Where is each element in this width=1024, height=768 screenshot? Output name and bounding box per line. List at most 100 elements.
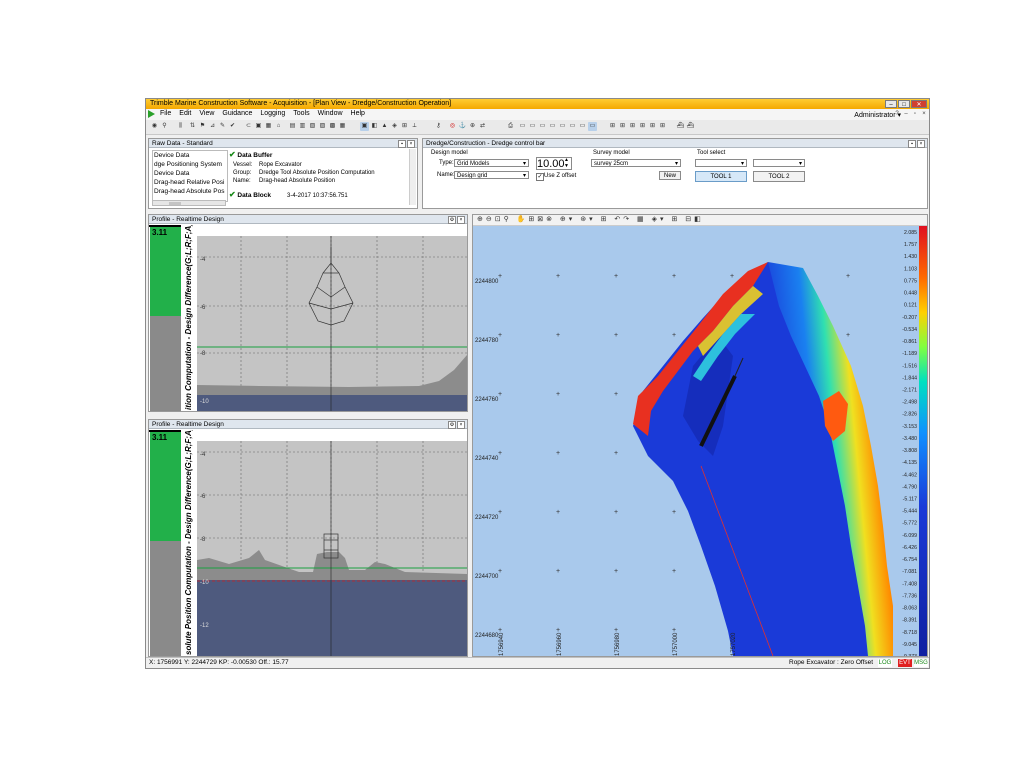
run-icon[interactable] [148, 110, 155, 118]
filter-icon[interactable]: ⊿ [208, 122, 217, 131]
tile-3-icon[interactable]: ⊞ [628, 122, 637, 131]
plan-view-tool-icons[interactable]: ⊕⊖⊡⚲ ✋⊞⊠⊗ ⊕▾ ⊛▾ ⊞ ↶↷ ▦ ◈▾ ⊞ ⊟◧ [477, 215, 704, 223]
raw-data-pin-icon[interactable]: ▪ [398, 140, 406, 148]
tool-1-button[interactable]: TOOL 1 [695, 171, 747, 182]
tile-5-icon[interactable]: ⊞ [648, 122, 657, 131]
winch-icon[interactable]: ⊕ [468, 122, 477, 131]
sort-icon[interactable]: ⇅ [188, 122, 197, 131]
screen-3-icon[interactable]: ▭ [528, 122, 537, 131]
ruler-icon[interactable]: ⟂ [410, 122, 419, 131]
raw-device-list[interactable]: Device Data dge Positioning System Devic… [152, 150, 228, 202]
raw-data-scrollbar[interactable] [409, 149, 416, 205]
profile-top-settings-icon[interactable]: ⚙ [448, 216, 456, 224]
profile-bottom-close-icon[interactable]: × [457, 421, 465, 429]
column-icon[interactable]: ⫼ [176, 122, 185, 131]
layout-5-icon[interactable]: ▩ [328, 122, 337, 131]
move-icon[interactable]: ⇄ [478, 122, 487, 131]
msg-indicator[interactable]: MSG [914, 659, 928, 667]
layout-4-icon[interactable]: ▨ [318, 122, 327, 131]
key-icon[interactable]: ⚷ [434, 122, 443, 131]
z-offset-spinner[interactable]: ▲ ▼ [564, 157, 569, 169]
list-item[interactable]: Drag-head Relative Posi [153, 178, 227, 187]
print-icon[interactable]: ⎙ [506, 122, 515, 131]
raw-list-scrollbar[interactable] [152, 200, 226, 206]
dredge-bar-close-icon[interactable]: × [917, 140, 925, 148]
plan-view-icon[interactable]: ▣ [360, 122, 369, 131]
tile-1-icon[interactable]: ⊞ [608, 122, 617, 131]
new-button[interactable]: New [659, 171, 681, 180]
list-item[interactable]: dge Positioning System [153, 160, 227, 169]
chart-icon[interactable]: ▲ [380, 122, 389, 131]
help-icon[interactable]: ? [893, 110, 901, 118]
camera-icon[interactable]: ◉ [150, 122, 159, 131]
tool-select-1[interactable] [695, 159, 747, 167]
vessel-icon[interactable]: ⛴ [676, 122, 685, 131]
profile-top-view[interactable]: 3.11 ition Computation - Design Differen… [149, 225, 467, 412]
grid-cross: + [846, 273, 850, 280]
tool-select-2[interactable] [753, 159, 805, 167]
pencil-icon[interactable]: ✎ [218, 122, 227, 131]
pin-icon[interactable]: ⌂ [274, 122, 283, 131]
link-icon[interactable]: ⊂ [244, 122, 253, 131]
layout-3-icon[interactable]: ▧ [308, 122, 317, 131]
menu-help[interactable]: Help [351, 110, 365, 117]
menu-edit[interactable]: Edit [179, 110, 191, 117]
layout-1-icon[interactable]: ▤ [288, 122, 297, 131]
map-icon[interactable]: ◧ [370, 122, 379, 131]
vessel-2-icon[interactable]: ⛴ [686, 122, 695, 131]
layout-2-icon[interactable]: ▥ [298, 122, 307, 131]
raw-data-close-icon[interactable]: × [407, 140, 415, 148]
layout-6-icon[interactable]: ▦ [338, 122, 347, 131]
tile-6-icon[interactable]: ⊞ [658, 122, 667, 131]
profile-icon[interactable]: ⊞ [400, 122, 409, 131]
menu-guidance[interactable]: Guidance [222, 110, 252, 117]
mdi-minimize-icon[interactable]: – [902, 110, 910, 118]
color-icon[interactable]: ◈ [390, 122, 399, 131]
type-select[interactable]: Grid Models [454, 159, 529, 167]
tile-4-icon[interactable]: ⊞ [638, 122, 647, 131]
list-item[interactable]: Device Data [153, 169, 227, 178]
minimize-button[interactable]: – [885, 100, 897, 108]
screen-5-icon[interactable]: ▭ [548, 122, 557, 131]
menu-window[interactable]: Window [318, 110, 343, 117]
mdi-close-icon[interactable]: × [920, 110, 928, 118]
maximize-button[interactable]: □ [898, 100, 910, 108]
tool-2-button[interactable]: TOOL 2 [753, 171, 805, 182]
scale-label: -2.826 [902, 412, 917, 418]
profile-top-close-icon[interactable]: × [457, 216, 465, 224]
log-indicator[interactable]: LOG [878, 659, 892, 667]
flag-icon[interactable]: ⚑ [198, 122, 207, 131]
menu-file[interactable]: File [160, 110, 171, 117]
profile-bottom-view[interactable]: 3.11 solute Position Computation - Desig… [149, 430, 467, 657]
menu-tools[interactable]: Tools [293, 110, 309, 117]
screen-icon[interactable]: ▣ [254, 122, 263, 131]
dredge-bar-pin-icon[interactable]: ▪ [908, 140, 916, 148]
hatched-below-design [197, 395, 467, 411]
screen-8-icon[interactable]: ▭ [578, 122, 587, 131]
screen-7-icon[interactable]: ▭ [568, 122, 577, 131]
screen-6-icon[interactable]: ▭ [558, 122, 567, 131]
design-name-select[interactable]: Design grid [454, 171, 529, 179]
list-item[interactable]: Drag-head Absolute Pos [153, 187, 227, 196]
check-icon[interactable]: ✔ [228, 122, 237, 131]
zoom-icon[interactable]: ⚲ [160, 122, 169, 131]
screen-4-icon[interactable]: ▭ [538, 122, 547, 131]
close-button[interactable]: ✕ [911, 100, 927, 108]
grid-icon[interactable]: ▦ [264, 122, 273, 131]
screen-2-icon[interactable]: ▭ [518, 122, 527, 131]
evt-indicator[interactable]: EVT [898, 659, 912, 667]
plan-view-map[interactable]: ++++++++++++++++++++++++++++++++++++++++… [473, 226, 928, 657]
lifebuoy-icon[interactable]: ◎ [448, 122, 457, 131]
survey-select[interactable]: survey 25cm [591, 159, 681, 167]
menu-logging[interactable]: Logging [260, 110, 285, 117]
mdi-restore-icon[interactable]: ▫ [911, 110, 919, 118]
use-z-offset-checkbox[interactable]: ✓ [536, 173, 544, 181]
menu-view[interactable]: View [199, 110, 214, 117]
easting-label: 1757020 [731, 632, 737, 656]
screen-9-icon[interactable]: ▭ [588, 122, 597, 131]
tile-2-icon[interactable]: ⊞ [618, 122, 627, 131]
list-item[interactable]: Device Data [153, 151, 227, 160]
profile-bottom-settings-icon[interactable]: ⚙ [448, 421, 456, 429]
anchor-icon[interactable]: ⚓ [458, 122, 467, 131]
plan-view-toolbar: ⊕⊖⊡⚲ ✋⊞⊠⊗ ⊕▾ ⊛▾ ⊞ ↶↷ ▦ ◈▾ ⊞ ⊟◧ [473, 215, 927, 226]
